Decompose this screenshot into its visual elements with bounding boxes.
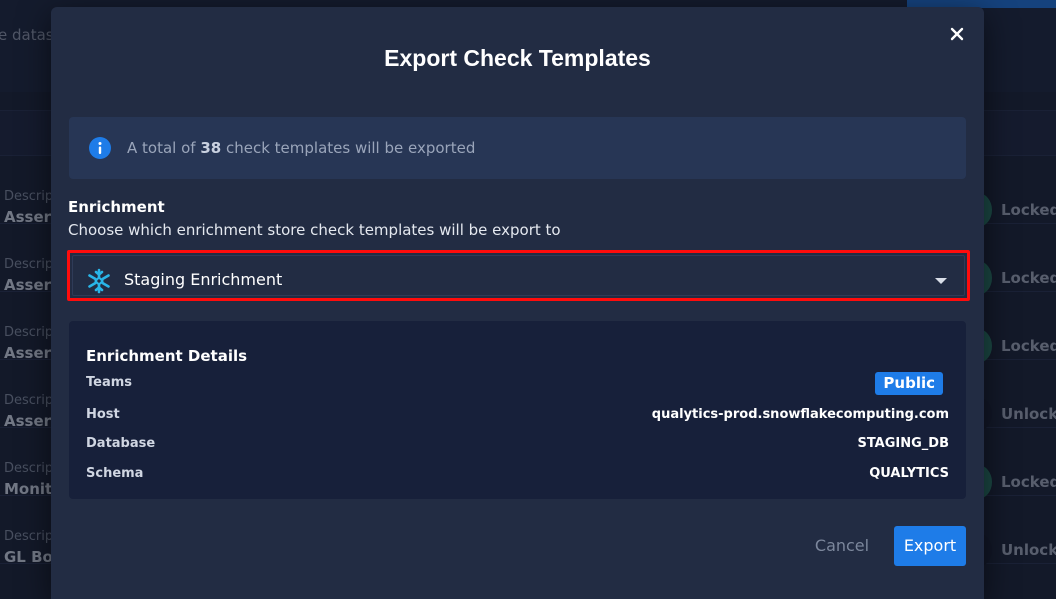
database-value: STAGING_DB	[857, 436, 949, 451]
host-value: qualytics-prod.snowflakecomputing.com	[651, 407, 949, 422]
schema-value: QUALYTICS	[869, 466, 949, 481]
chevron-down-icon	[935, 278, 947, 284]
enrichment-select[interactable]: Staging Enrichment	[67, 250, 970, 301]
info-banner: A total of 38 check templates will be ex…	[69, 117, 966, 179]
snowflake-icon	[88, 268, 110, 294]
export-button[interactable]: Export	[894, 526, 966, 566]
close-button[interactable]	[944, 21, 970, 47]
cancel-button[interactable]: Cancel	[799, 526, 885, 566]
schema-label: Schema	[86, 466, 144, 481]
enrichment-description: Choose which enrichment store check temp…	[68, 221, 561, 239]
enrichment-label: Enrichment	[68, 198, 165, 216]
template-count: 38	[200, 139, 222, 157]
select-value: Staging Enrichment	[124, 270, 283, 289]
export-dialog: Export Check Templates A total of 38 che…	[51, 7, 984, 599]
host-label: Host	[86, 407, 120, 422]
info-icon	[89, 137, 111, 159]
select-field[interactable]: Staging Enrichment	[72, 255, 965, 296]
info-prefix: A total of	[127, 139, 201, 157]
teams-label: Teams	[86, 375, 133, 390]
teams-badge: Public	[875, 372, 943, 395]
close-icon	[950, 27, 964, 41]
database-label: Database	[86, 436, 156, 451]
enrichment-details-panel: Enrichment Details Teams Public Host qua…	[69, 321, 966, 499]
info-suffix: check templates will be exported	[221, 139, 476, 157]
info-message: A total of 38 check templates will be ex…	[127, 139, 475, 157]
dialog-title: Export Check Templates	[384, 45, 651, 71]
details-title: Enrichment Details	[86, 347, 248, 365]
